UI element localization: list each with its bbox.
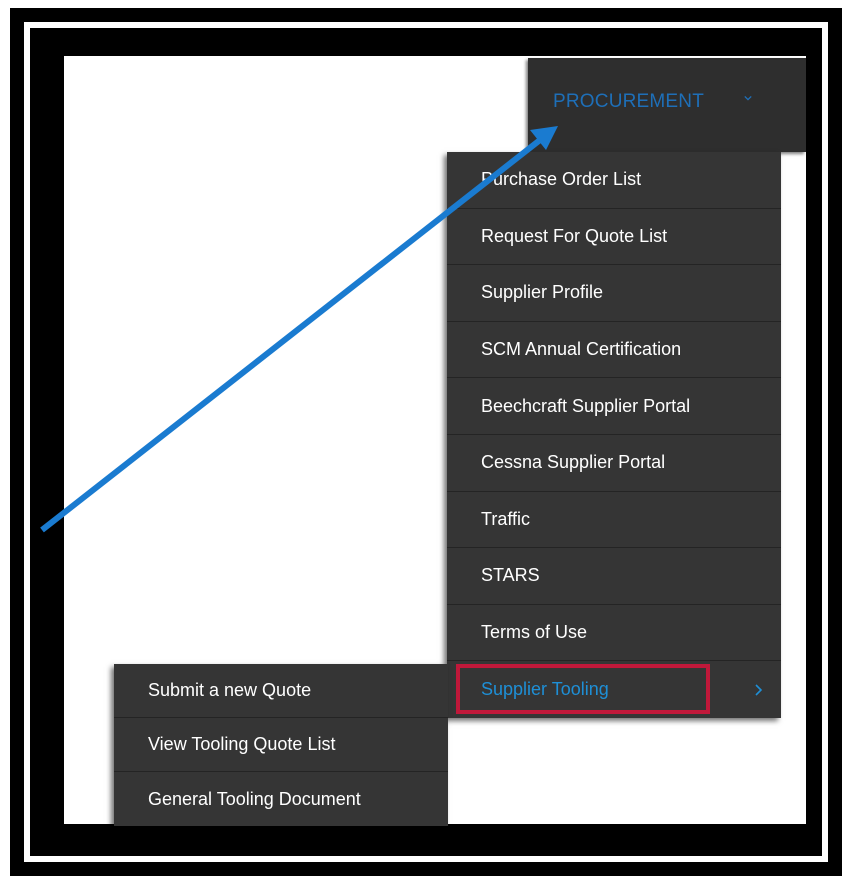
annotation-arrow <box>40 126 558 533</box>
